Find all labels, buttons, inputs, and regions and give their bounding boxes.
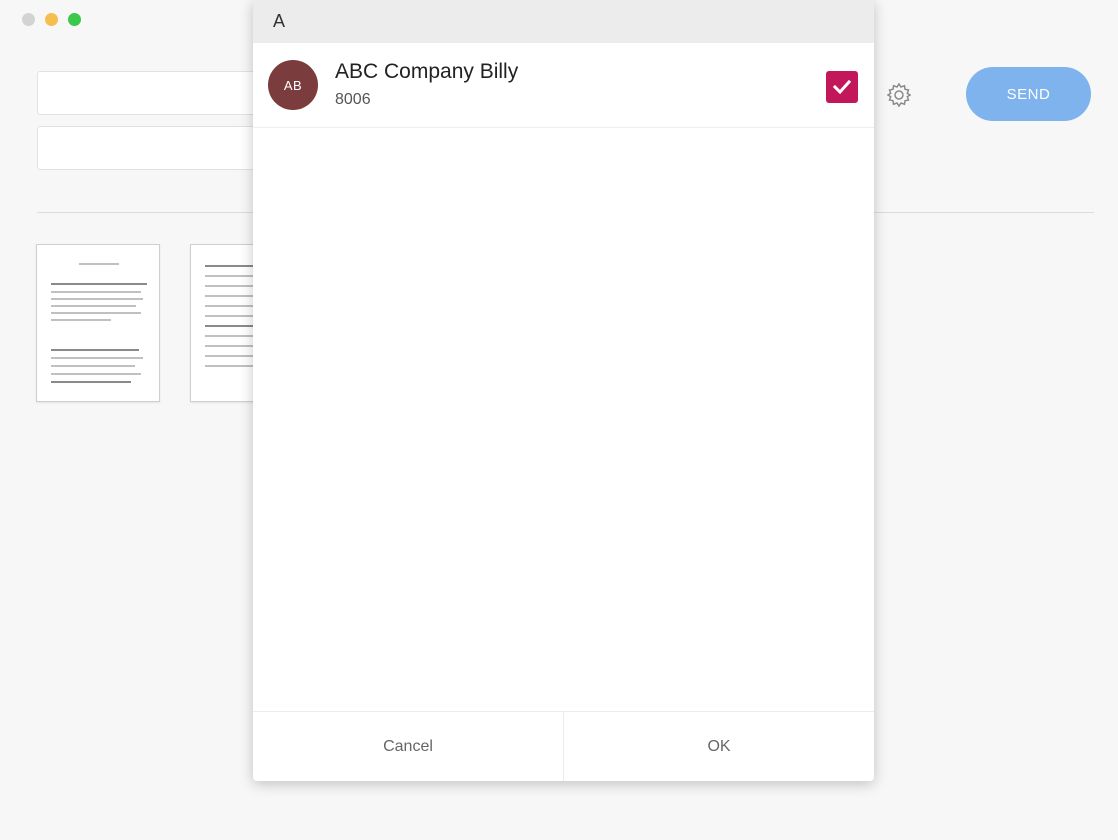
settings-gear-icon[interactable] <box>884 80 914 110</box>
close-window-button[interactable] <box>22 13 35 26</box>
contact-checkbox[interactable] <box>826 71 858 103</box>
window-controls <box>22 13 81 26</box>
maximize-window-button[interactable] <box>68 13 81 26</box>
contact-row[interactable]: AB ABC Company Billy 8006 <box>253 43 874 128</box>
section-header: A <box>253 0 874 43</box>
app-window: SEND A AB ABC Company Billy 8006 Cancel … <box>0 0 1118 840</box>
contact-name: ABC Company Billy <box>335 60 519 83</box>
checkmark-icon <box>832 79 852 95</box>
contact-picker-dialog: A AB ABC Company Billy 8006 Cancel OK <box>253 0 874 781</box>
contact-number: 8006 <box>335 91 371 108</box>
recipient-field[interactable] <box>37 71 267 115</box>
send-button[interactable]: SEND <box>966 67 1091 121</box>
subject-field[interactable] <box>37 126 267 170</box>
document-thumbnail[interactable] <box>36 244 160 402</box>
avatar: AB <box>268 60 318 110</box>
cancel-button[interactable]: Cancel <box>253 712 564 781</box>
minimize-window-button[interactable] <box>45 13 58 26</box>
dialog-footer: Cancel OK <box>253 711 874 781</box>
ok-button[interactable]: OK <box>564 712 874 781</box>
